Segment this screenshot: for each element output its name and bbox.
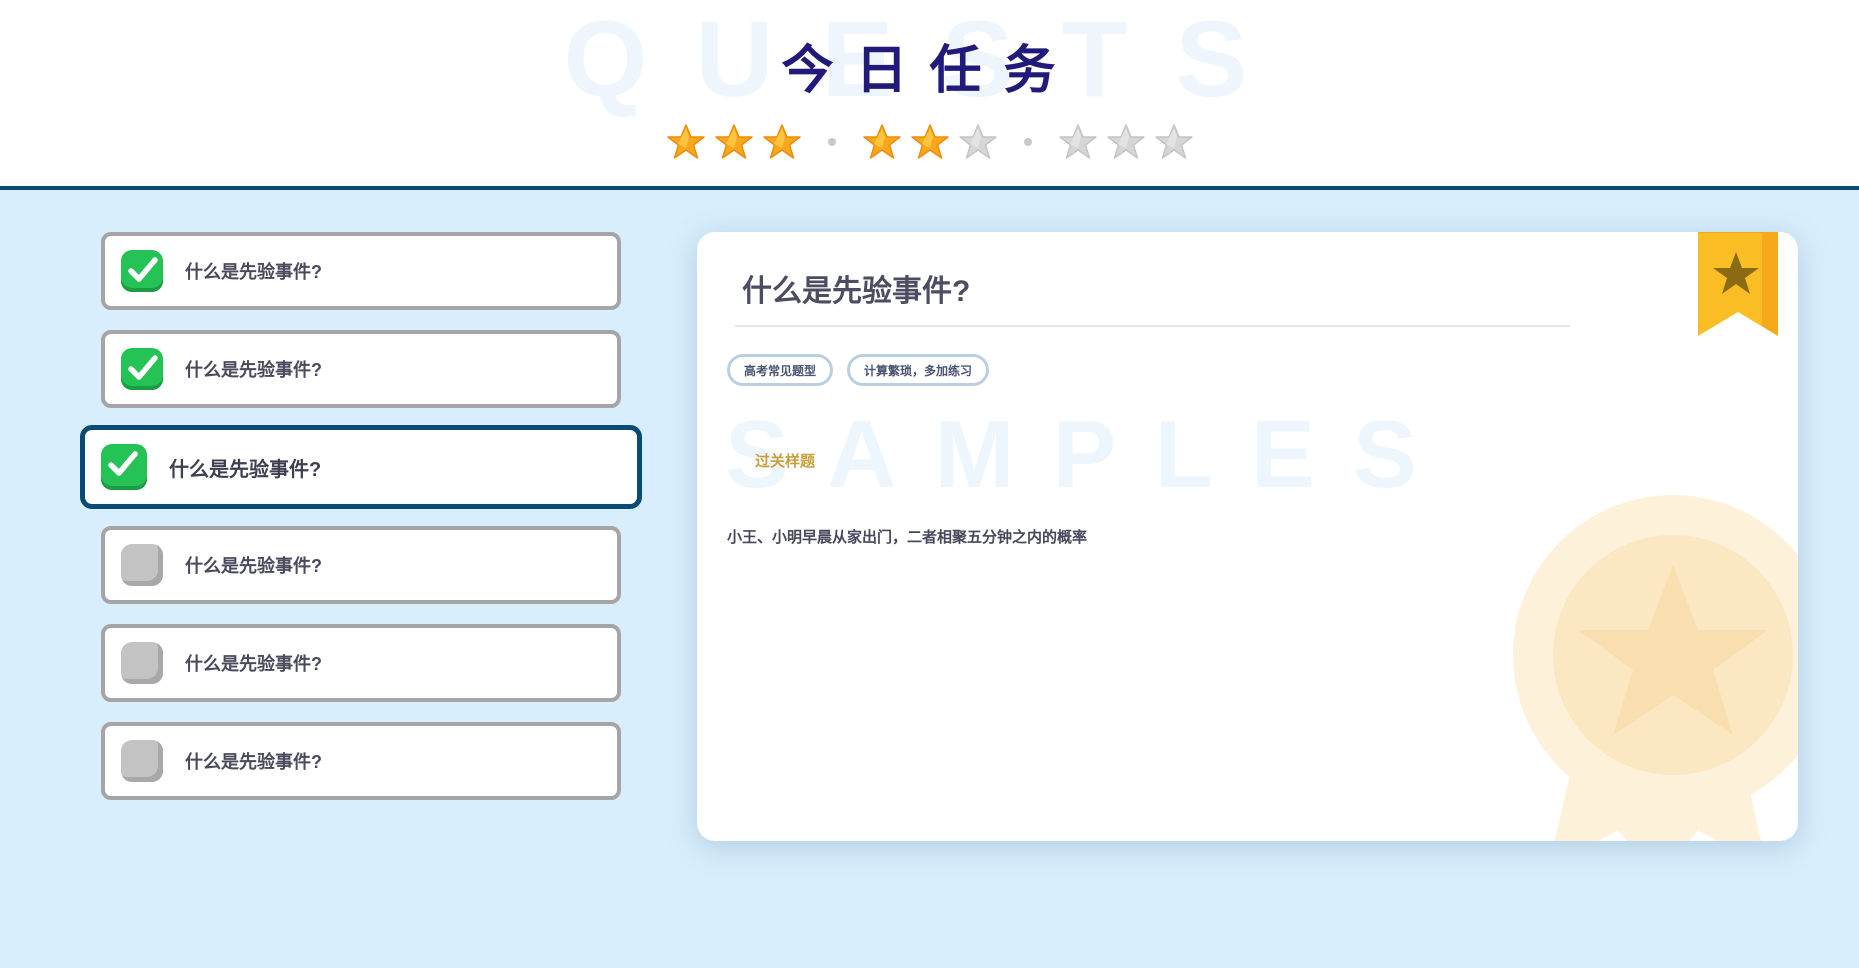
quest-item[interactable]: 什么是先验事件?	[101, 722, 621, 800]
quest-label: 什么是先验事件?	[185, 752, 322, 772]
star-separator	[1023, 138, 1032, 146]
tag-list: 高考常见题型 计算繁琐，多加练习	[727, 354, 1003, 386]
tag-chip: 计算繁琐，多加练习	[847, 354, 990, 386]
star-rating	[0, 122, 1859, 162]
divider	[735, 325, 1570, 327]
check-icon	[101, 444, 147, 490]
quest-item[interactable]: 什么是先验事件?	[101, 526, 621, 604]
star-empty-icon	[1154, 122, 1194, 162]
star-empty-icon	[1058, 122, 1098, 162]
quest-label: 什么是先验事件?	[185, 556, 322, 576]
check-icon	[121, 348, 163, 390]
star-filled-icon	[910, 122, 950, 162]
detail-title: 什么是先验事件?	[742, 275, 971, 308]
star-empty-icon	[1106, 122, 1146, 162]
locked-task-icon	[121, 740, 163, 782]
quest-item[interactable]: 什么是先验事件?	[80, 425, 642, 509]
quest-item[interactable]: 什么是先验事件?	[101, 330, 621, 408]
quest-label: 什么是先验事件?	[185, 262, 322, 282]
star-filled-icon	[762, 122, 802, 162]
locked-task-icon	[121, 642, 163, 684]
card-watermark: SAMPLES	[725, 401, 1456, 508]
quest-item[interactable]: 什么是先验事件?	[101, 624, 621, 702]
quest-label: 什么是先验事件?	[185, 654, 322, 674]
award-badge-icon	[1513, 495, 1798, 841]
section-label: 过关样题	[755, 453, 816, 470]
quest-label: 什么是先验事件?	[169, 458, 322, 481]
header: QUESTS 今日任务	[0, 0, 1859, 190]
check-icon	[121, 250, 163, 292]
tag-chip: 高考常见题型	[727, 354, 834, 386]
quest-detail-card: SAMPLES 什么是先验事件? 高考常见题型 计算繁琐，多加练习 过关样题 小王…	[697, 232, 1798, 841]
star-empty-icon	[958, 122, 998, 162]
page-title: 今日任务	[781, 41, 1078, 101]
locked-task-icon	[121, 544, 163, 586]
sample-question: 小王、小明早晨从家出门，二者相聚五分钟之内的概率	[727, 529, 1088, 546]
star-separator	[827, 138, 836, 146]
star-filled-icon	[862, 122, 902, 162]
bookmark-star-icon	[1698, 232, 1778, 336]
quest-item[interactable]: 什么是先验事件?	[101, 232, 621, 310]
star-filled-icon	[666, 122, 706, 162]
star-filled-icon	[714, 122, 754, 162]
quest-label: 什么是先验事件?	[185, 360, 322, 380]
